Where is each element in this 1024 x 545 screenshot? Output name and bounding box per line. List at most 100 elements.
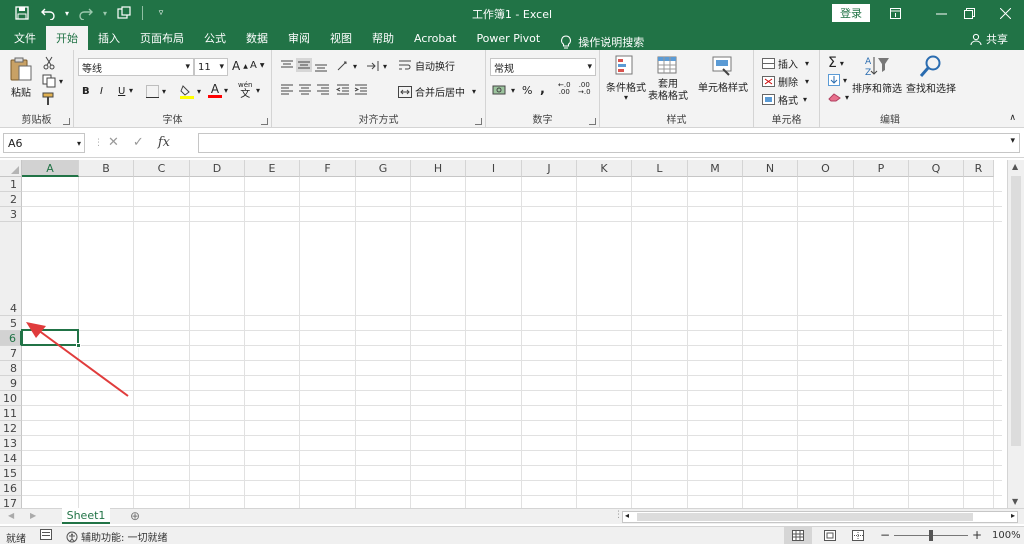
- row-header[interactable]: 11: [0, 406, 22, 421]
- row-header[interactable]: 17: [0, 496, 22, 508]
- decrease-decimal-icon[interactable]: .00 →.0: [578, 82, 591, 96]
- align-top-icon[interactable]: [280, 60, 294, 72]
- redo-icon[interactable]: [74, 2, 98, 24]
- worksheet-grid[interactable]: A B C D E F G H I J K L M N O P Q R 1 2 3 4 5 6 7 8 9 10 11 12 13 14 15 1…: [0, 160, 1024, 508]
- zoom-out-icon[interactable]: −: [880, 528, 890, 542]
- tab-home[interactable]: 开始: [46, 26, 88, 50]
- align-middle-icon[interactable]: [296, 58, 312, 72]
- share-button[interactable]: 共享: [970, 31, 1008, 47]
- column-header[interactable]: Q: [909, 160, 964, 177]
- font-color-button[interactable]: A: [208, 83, 222, 98]
- row-header[interactable]: 9: [0, 376, 22, 391]
- find-select-button[interactable]: 查找和选择: [906, 54, 956, 95]
- clear-icon[interactable]: ▾: [828, 92, 849, 102]
- sort-filter-button[interactable]: AZ 排序和筛选: [852, 54, 902, 95]
- phonetic-guide-button[interactable]: wén 文: [238, 82, 252, 101]
- scroll-up-icon[interactable]: ▲: [1012, 162, 1018, 171]
- enter-icon[interactable]: ✓: [133, 135, 144, 150]
- column-header[interactable]: O: [798, 160, 854, 177]
- touch-mode-icon[interactable]: [112, 2, 136, 24]
- normal-view-button[interactable]: [784, 527, 812, 544]
- page-layout-view-icon[interactable]: [824, 530, 836, 544]
- prev-sheet-icon[interactable]: ◀: [8, 511, 14, 520]
- row-header[interactable]: 6: [0, 331, 22, 346]
- undo-dropdown-icon[interactable]: ▾: [62, 2, 72, 24]
- column-header[interactable]: D: [190, 160, 245, 177]
- column-header[interactable]: N: [743, 160, 798, 177]
- column-header[interactable]: M: [688, 160, 743, 177]
- add-sheet-icon[interactable]: ⊕: [130, 509, 140, 523]
- format-painter-icon[interactable]: [42, 92, 56, 106]
- expand-formula-icon[interactable]: ▾: [1010, 136, 1015, 146]
- tab-formulas[interactable]: 公式: [194, 26, 236, 50]
- format-cells-button[interactable]: 格式 ▾: [762, 92, 807, 107]
- insert-cells-button[interactable]: 插入 ▾: [762, 56, 809, 71]
- row-header[interactable]: 5: [0, 316, 22, 331]
- increase-font-icon[interactable]: A ▲: [232, 59, 248, 73]
- clipboard-launcher-icon[interactable]: [63, 118, 70, 125]
- bold-button[interactable]: B: [82, 86, 90, 97]
- phonetic-dropdown-icon[interactable]: ▾: [256, 86, 260, 95]
- tab-help[interactable]: 帮助: [362, 26, 404, 50]
- row-header[interactable]: 7: [0, 346, 22, 361]
- save-icon[interactable]: [10, 2, 34, 24]
- cell-styles-button[interactable]: 单元格样式: [698, 54, 748, 94]
- decrease-font-icon[interactable]: A ▼: [250, 60, 264, 71]
- copy-icon[interactable]: ▾: [42, 74, 63, 88]
- row-header[interactable]: 13: [0, 436, 22, 451]
- column-header[interactable]: E: [245, 160, 300, 177]
- wrap-indent-icon[interactable]: ▾: [366, 60, 387, 72]
- accessibility-status[interactable]: 辅助功能: 一切就绪: [66, 529, 168, 544]
- align-left-icon[interactable]: [280, 84, 294, 96]
- italic-button[interactable]: I: [100, 86, 103, 97]
- row-header[interactable]: 8: [0, 361, 22, 376]
- font-launcher-icon[interactable]: [261, 118, 268, 125]
- redo-dropdown-icon[interactable]: ▾: [100, 2, 110, 24]
- name-box[interactable]: A6 ▾: [3, 133, 85, 153]
- row-header[interactable]: 10: [0, 391, 22, 406]
- conditional-formatting-button[interactable]: 条件格式 ▾: [606, 54, 646, 102]
- font-name-select[interactable]: 等线 ▾: [78, 58, 194, 76]
- zoom-level[interactable]: 100%: [992, 530, 1021, 541]
- zoom-slider-thumb[interactable]: [929, 530, 933, 541]
- select-all-corner[interactable]: [0, 160, 22, 177]
- row-header[interactable]: 2: [0, 192, 22, 207]
- paste-button[interactable]: 粘贴: [8, 56, 34, 99]
- tab-view[interactable]: 视图: [320, 26, 362, 50]
- macro-record-icon[interactable]: [40, 529, 52, 543]
- ribbon-display-options-icon[interactable]: [878, 0, 912, 26]
- splitter-dots-icon[interactable]: ⋮: [94, 138, 103, 148]
- column-header[interactable]: G: [356, 160, 411, 177]
- align-bottom-icon[interactable]: [314, 60, 328, 72]
- sheet-tab[interactable]: Sheet1: [62, 508, 110, 524]
- align-right-icon[interactable]: [316, 84, 330, 96]
- merge-center-button[interactable]: 合并后居中 ▾: [398, 84, 476, 99]
- increase-indent-icon[interactable]: [354, 84, 368, 96]
- next-sheet-icon[interactable]: ▶: [30, 511, 36, 520]
- autosum-button[interactable]: Σ ▾: [828, 55, 844, 71]
- number-launcher-icon[interactable]: [589, 118, 596, 125]
- tab-acrobat[interactable]: Acrobat: [404, 26, 466, 50]
- align-center-icon[interactable]: [298, 84, 312, 96]
- comma-button[interactable]: ,: [540, 82, 545, 97]
- percent-button[interactable]: %: [522, 84, 532, 97]
- number-format-select[interactable]: 常规 ▾: [490, 58, 596, 76]
- vertical-scrollbar[interactable]: ▲ ▼: [1007, 160, 1024, 508]
- column-header[interactable]: H: [411, 160, 466, 177]
- cut-icon[interactable]: [42, 56, 56, 70]
- cancel-icon[interactable]: ✕: [108, 135, 119, 150]
- undo-icon[interactable]: [36, 2, 60, 24]
- fill-icon[interactable]: ▾: [828, 74, 847, 86]
- tab-insert[interactable]: 插入: [88, 26, 130, 50]
- login-button[interactable]: 登录: [832, 4, 870, 22]
- decrease-indent-icon[interactable]: [336, 84, 350, 96]
- alignment-launcher-icon[interactable]: [475, 118, 482, 125]
- scroll-left-icon[interactable]: ◂: [625, 511, 629, 520]
- column-header[interactable]: I: [466, 160, 522, 177]
- column-header[interactable]: C: [134, 160, 190, 177]
- scrollbar-thumb[interactable]: [1011, 176, 1021, 446]
- tab-power-pivot[interactable]: Power Pivot: [466, 26, 550, 50]
- column-header[interactable]: B: [79, 160, 134, 177]
- column-header[interactable]: L: [632, 160, 688, 177]
- scroll-down-icon[interactable]: ▼: [1012, 497, 1018, 506]
